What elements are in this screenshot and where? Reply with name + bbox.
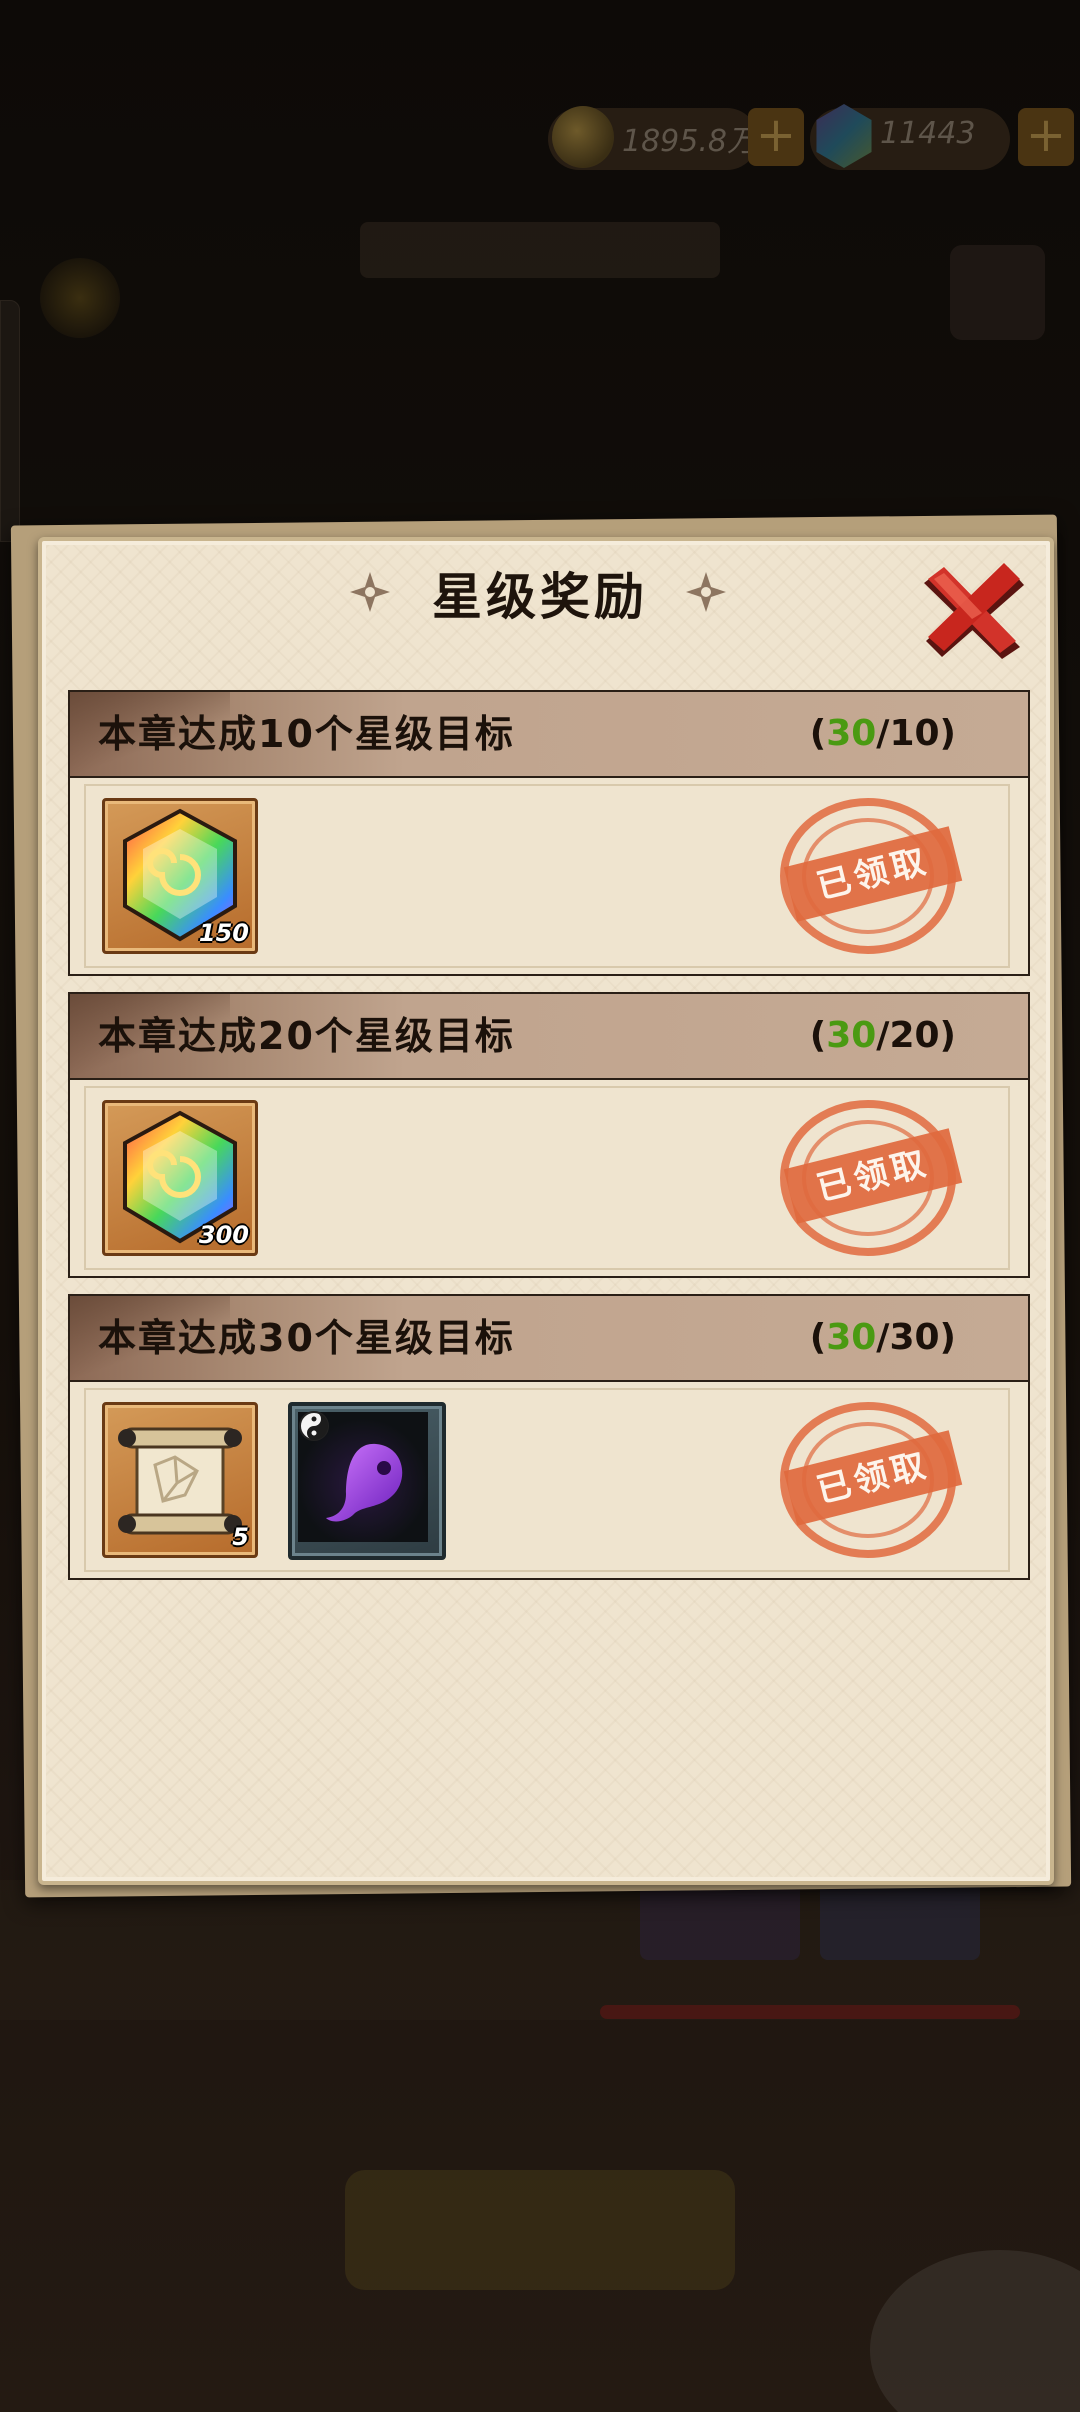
background-progress-bar <box>600 2005 1020 2019</box>
progress-current: 30 <box>826 713 877 754</box>
reward-progress: (30/20) <box>809 1015 956 1056</box>
background-card <box>820 1880 980 1960</box>
side-tab-edge <box>0 300 20 542</box>
reward-item[interactable]: 5 <box>102 1402 258 1558</box>
close-icon <box>924 563 1024 659</box>
background-button <box>345 2170 735 2290</box>
gem-amount: 11443 <box>880 116 976 151</box>
item-count: 5 <box>232 1523 249 1551</box>
reward-goal-text: 本章达成10个星级目标 <box>98 712 515 756</box>
reward-row-header: 本章达成30个星级目标 (30/30) <box>70 1296 1028 1382</box>
progress-current: 30 <box>826 1317 877 1358</box>
reward-row-body: 5 已领取 <box>70 1382 1028 1578</box>
reward-goal-text: 本章达成20个星级目标 <box>98 1014 515 1058</box>
claimed-stamp: 已领取 <box>770 1400 970 1560</box>
purple-spirit-icon <box>298 1411 428 1542</box>
reward-item[interactable]: 300 <box>102 1100 258 1256</box>
claimed-stamp: 已领取 <box>770 796 970 956</box>
close-button[interactable] <box>912 555 1032 665</box>
add-gems-button[interactable]: + <box>1018 108 1074 166</box>
reward-row-header: 本章达成10个星级目标 (30/10) <box>70 692 1028 778</box>
item-count: 300 <box>198 1221 249 1249</box>
progress-target: /30 <box>876 1317 940 1358</box>
progress-target: /20 <box>876 1015 940 1056</box>
reward-goal-text: 本章达成30个星级目标 <box>98 1316 515 1360</box>
dialog-title: 星级奖励 <box>432 568 648 626</box>
reward-row: 本章达成20个星级目标 (30/20) 300 已领取 <box>68 992 1030 1278</box>
background-left-icon <box>40 258 120 338</box>
shuriken-icon <box>686 572 726 612</box>
progress-target: /10 <box>876 713 940 754</box>
claimed-stamp: 已领取 <box>770 1098 970 1258</box>
background-decoration <box>870 2250 1080 2412</box>
reward-item[interactable] <box>288 1402 446 1560</box>
background-title-bar <box>360 222 720 278</box>
shuriken-icon <box>350 572 390 612</box>
reward-progress: (30/10) <box>809 713 956 754</box>
item-count: 150 <box>198 919 249 947</box>
reward-row-header: 本章达成20个星级目标 (30/20) <box>70 994 1028 1080</box>
reward-row-body: 150 已领取 <box>70 778 1028 974</box>
coin-icon <box>552 106 614 168</box>
reward-item[interactable]: 150 <box>102 798 258 954</box>
reward-row: 本章达成30个星级目标 (30/30) 5 已领取 <box>68 1294 1030 1580</box>
background-right-icon <box>950 245 1045 340</box>
background-card <box>640 1880 800 1960</box>
reward-row: 本章达成10个星级目标 (30/10) 150 已领取 <box>68 690 1030 976</box>
reward-progress: (30/30) <box>809 1317 956 1358</box>
reward-row-body: 300 已领取 <box>70 1080 1028 1276</box>
add-coins-button[interactable]: + <box>748 108 804 166</box>
progress-current: 30 <box>826 1015 877 1056</box>
coin-amount: 1895.8万 <box>622 124 757 159</box>
